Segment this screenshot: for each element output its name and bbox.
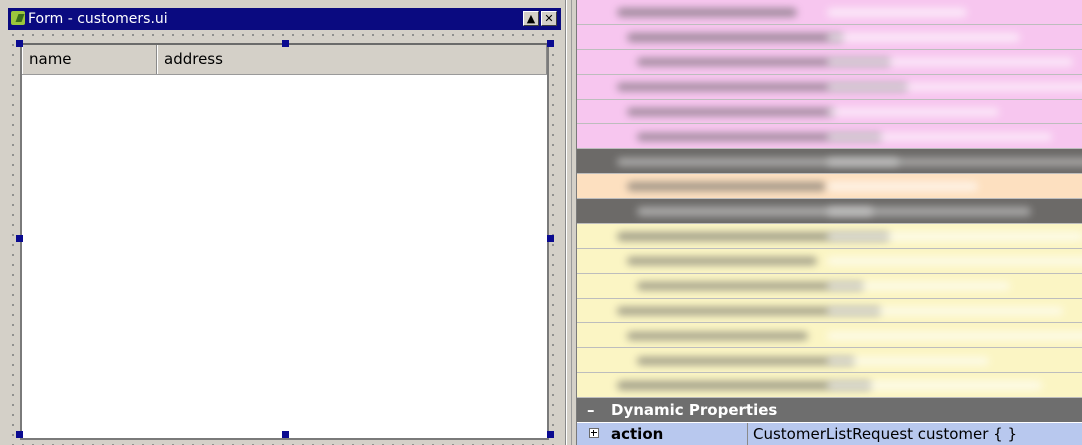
- blurred-property-row[interactable]: [577, 199, 1082, 224]
- property-name: action: [611, 425, 664, 443]
- resize-handle-middle-right[interactable]: [547, 235, 554, 242]
- blurred-text: [827, 306, 1063, 316]
- blurred-text: [627, 33, 844, 42]
- blurred-text: [637, 356, 855, 365]
- resize-handle-bottom-center[interactable]: [282, 431, 289, 438]
- blurred-property-row[interactable]: [577, 124, 1082, 150]
- column-header-address[interactable]: address: [157, 45, 547, 74]
- blurred-text: [827, 281, 1010, 291]
- blurred-property-row[interactable]: [577, 323, 1082, 349]
- form-canvas[interactable]: name address: [8, 30, 561, 445]
- resize-handle-top-right[interactable]: [547, 40, 554, 47]
- blurred-property-row[interactable]: [577, 24, 1082, 50]
- blurred-property-row[interactable]: [577, 99, 1082, 125]
- blurred-property-row[interactable]: [577, 373, 1082, 398]
- resize-handle-middle-left[interactable]: [16, 235, 23, 242]
- blurred-text: [617, 8, 797, 17]
- property-value[interactable]: CustomerListRequest customer { }: [753, 423, 1017, 445]
- blurred-text: [827, 257, 1082, 266]
- blurred-text: [827, 331, 1082, 341]
- blurred-text: [827, 107, 999, 117]
- maximize-button[interactable]: ▲: [523, 11, 539, 26]
- resize-handle-bottom-left[interactable]: [16, 431, 23, 438]
- blurred-text: [627, 257, 817, 266]
- resize-handle-bottom-right[interactable]: [547, 431, 554, 438]
- blurred-property-row[interactable]: [577, 348, 1082, 374]
- blurred-text: [827, 157, 1082, 166]
- collapse-icon[interactable]: –: [587, 398, 599, 422]
- resize-handle-top-center[interactable]: [282, 40, 289, 47]
- blurred-property-row[interactable]: [577, 248, 1082, 274]
- form-title: Form - customers.ui: [28, 11, 168, 27]
- blurred-text: [827, 82, 1082, 92]
- form-window: Form - customers.ui ▲ ✕ name address: [0, 0, 566, 445]
- blurred-text: [827, 132, 1052, 142]
- table-header: name address: [22, 45, 547, 75]
- blurred-text: [827, 8, 967, 17]
- blurred-property-row[interactable]: [577, 74, 1082, 100]
- close-button[interactable]: ✕: [541, 11, 557, 26]
- blurred-text: [827, 33, 1020, 42]
- customers-table[interactable]: name address: [20, 43, 549, 440]
- property-row-action[interactable]: action CustomerListRequest customer { }: [577, 423, 1082, 445]
- expand-icon[interactable]: [589, 428, 599, 438]
- blurred-text: [627, 182, 826, 191]
- property-editor: – Dynamic Properties action CustomerList…: [577, 0, 1082, 445]
- blurred-property-row[interactable]: [577, 174, 1082, 199]
- column-divider: [747, 423, 748, 445]
- panel-splitter[interactable]: [566, 0, 577, 445]
- property-rows: [577, 0, 1082, 398]
- blurred-property-row[interactable]: [577, 273, 1082, 299]
- dynamic-properties-header[interactable]: – Dynamic Properties: [577, 398, 1082, 422]
- column-header-name[interactable]: name: [22, 45, 157, 74]
- blurred-text: [827, 58, 1073, 67]
- blurred-property-row[interactable]: [577, 0, 1082, 25]
- blurred-text: [827, 232, 1082, 241]
- blurred-text: [827, 356, 989, 365]
- blurred-text: [627, 107, 835, 117]
- form-titlebar[interactable]: Form - customers.ui ▲ ✕: [8, 8, 561, 30]
- blurred-text: [627, 331, 808, 341]
- blurred-text: [827, 182, 978, 191]
- section-title: Dynamic Properties: [611, 401, 778, 419]
- blurred-property-row[interactable]: [577, 298, 1082, 324]
- blurred-text: [827, 207, 1031, 216]
- resize-handle-top-left[interactable]: [16, 40, 23, 47]
- blurred-text: [827, 381, 1042, 390]
- blurred-property-row[interactable]: [577, 223, 1082, 249]
- blurred-property-row[interactable]: [577, 49, 1082, 75]
- blurred-property-row[interactable]: [577, 149, 1082, 175]
- qt-designer-icon: [11, 11, 25, 25]
